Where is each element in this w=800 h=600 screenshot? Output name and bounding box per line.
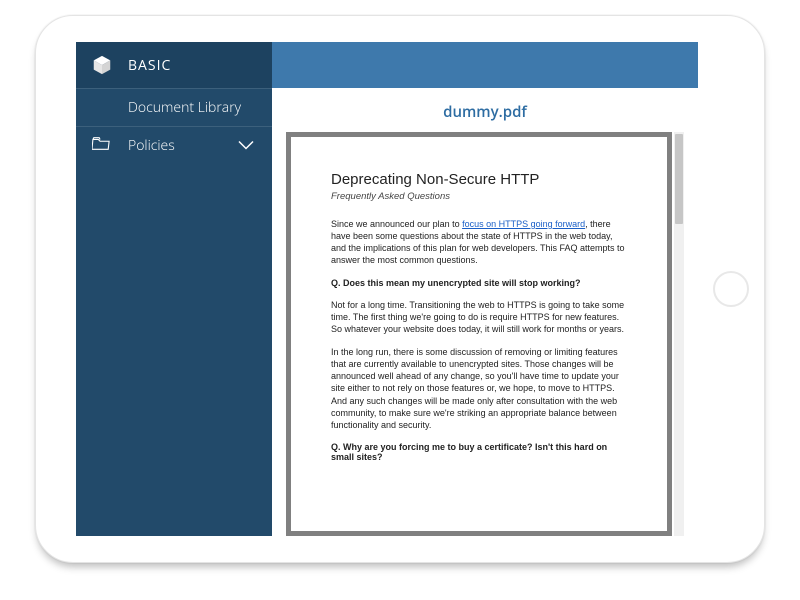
topbar (272, 42, 698, 88)
sidebar-item-label: Policies (128, 136, 175, 155)
folder-icon (92, 136, 110, 155)
app-screen: BASIC Document Library Policies (76, 42, 698, 536)
tablet-frame: BASIC Document Library Policies (35, 15, 765, 563)
brand-label: BASIC (128, 56, 171, 75)
home-button[interactable] (713, 271, 749, 307)
pdf-intro: Since we announced our plan to focus on … (331, 218, 627, 267)
cube-icon (76, 54, 128, 76)
pdf-answer-1b: In the long run, there is some discussio… (331, 346, 627, 431)
sidebar-item-document-library[interactable]: Document Library (76, 88, 272, 126)
pdf-subtitle: Frequently Asked Questions (331, 191, 627, 202)
pdf-text: Since we announced our plan to (331, 219, 462, 229)
pdf-question-2: Q. Why are you forcing me to buy a certi… (331, 442, 627, 462)
sidebar-item-policies[interactable]: Policies (76, 126, 272, 164)
pdf-question-1: Q. Does this mean my unencrypted site wi… (331, 278, 627, 288)
brand-row[interactable]: BASIC (76, 42, 272, 88)
chevron-down-icon (238, 136, 254, 155)
pdf-viewer: Deprecating Non-Secure HTTP Frequently A… (272, 132, 698, 536)
pdf-answer-1a: Not for a long time. Transitioning the w… (331, 299, 627, 335)
scrollbar-track[interactable] (674, 132, 684, 536)
document-filename: dummy.pdf (272, 88, 698, 132)
sidebar-item-label: Document Library (128, 98, 241, 117)
scrollbar-thumb[interactable] (675, 134, 683, 224)
pdf-shell[interactable]: Deprecating Non-Secure HTTP Frequently A… (286, 132, 672, 536)
sidebar: BASIC Document Library Policies (76, 42, 272, 536)
main-panel: dummy.pdf Deprecating Non-Secure HTTP Fr… (272, 42, 698, 536)
pdf-title: Deprecating Non-Secure HTTP (331, 171, 627, 188)
pdf-page: Deprecating Non-Secure HTTP Frequently A… (291, 137, 667, 531)
pdf-link[interactable]: focus on HTTPS going forward (462, 219, 585, 229)
